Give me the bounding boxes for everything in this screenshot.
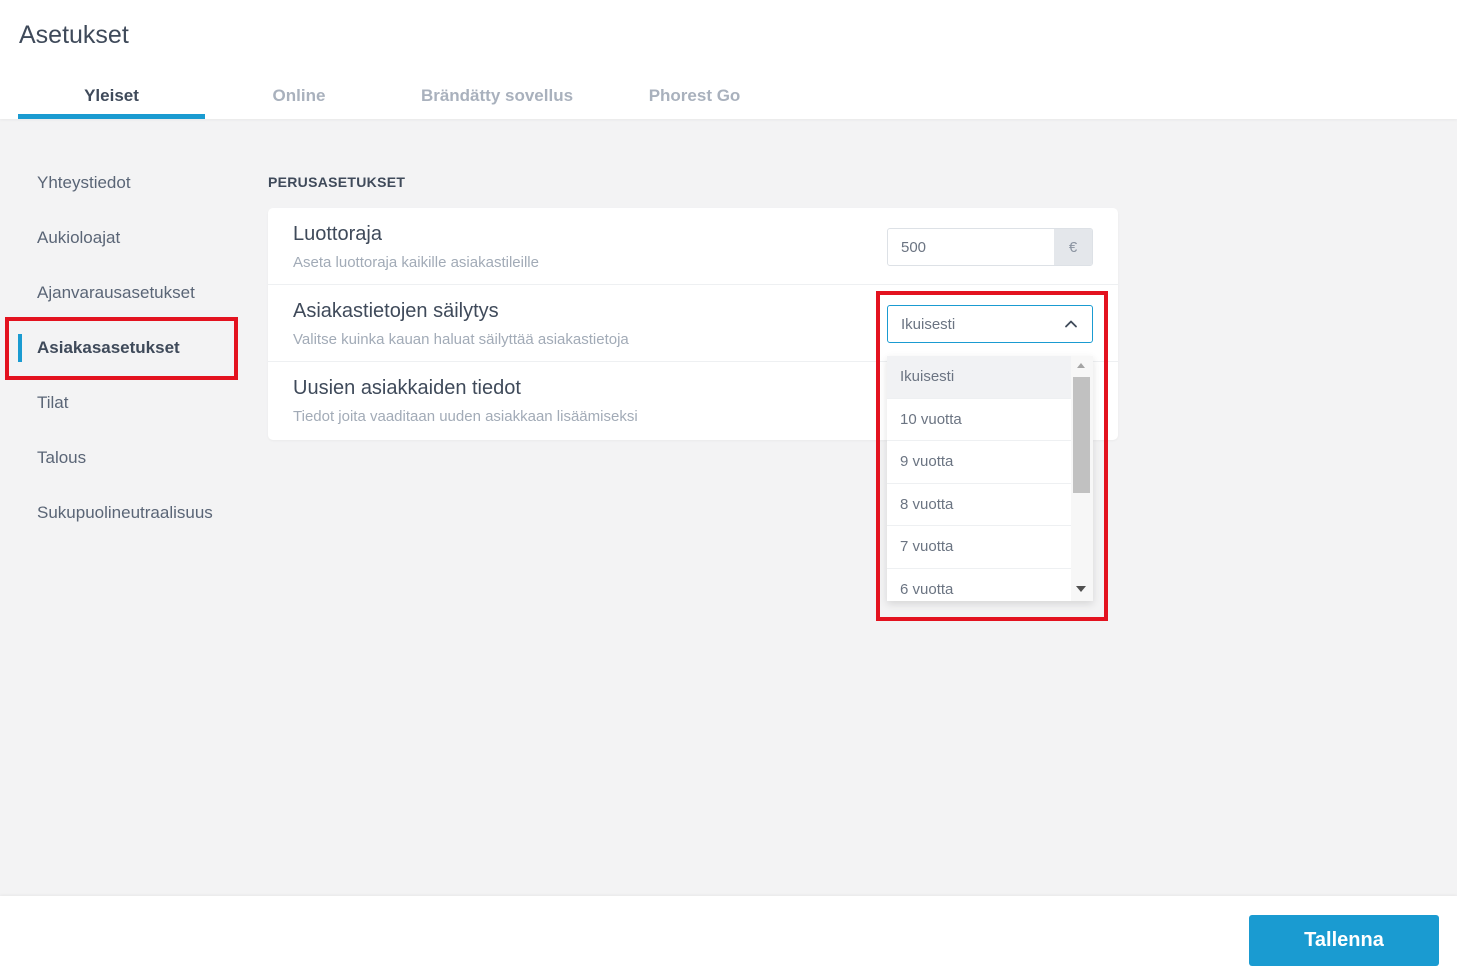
option-10-vuotta[interactable]: 10 vuotta [887,398,1071,441]
setting-title: Asiakastietojen säilytys [293,300,499,322]
sidebar-item-ajanvarausasetukset[interactable]: Ajanvarausasetukset [0,265,260,320]
retention-select-value: Ikuisesti [901,315,956,333]
setting-description: Aseta luottoraja kaikille asiakastileill… [293,254,539,271]
save-button[interactable]: Tallenna [1249,915,1439,966]
dropdown-options: Ikuisesti 10 vuotta 9 vuotta 8 vuotta 7 … [887,356,1071,601]
sidebar-item-aukioloajat[interactable]: Aukioloajat [0,210,260,265]
tab-bar: Yleiset Online Brändätty sovellus Phores… [18,72,788,119]
scroll-up-arrow-icon[interactable] [1077,363,1085,368]
sidebar-item-asiakasasetukset[interactable]: Asiakasasetukset [0,320,260,375]
setting-description: Valitse kuinka kauan haluat säilyttää as… [293,331,629,348]
tab-branded-app[interactable]: Brändätty sovellus [393,72,601,119]
currency-unit: € [1054,229,1092,265]
option-9-vuotta[interactable]: 9 vuotta [887,441,1071,484]
setting-title: Luottoraja [293,223,382,245]
setting-description: Tiedot joita vaaditaan uuden asiakkaan l… [293,408,638,425]
tab-phorest-go[interactable]: Phorest Go [601,72,788,119]
page-title: Asetukset [19,21,129,49]
chevron-up-icon [1065,320,1077,328]
option-8-vuotta[interactable]: 8 vuotta [887,483,1071,526]
sidebar-item-talous[interactable]: Talous [0,430,260,485]
scroll-down-arrow-icon[interactable] [1076,586,1086,592]
dropdown-scrollbar[interactable] [1071,356,1093,601]
option-6-vuotta[interactable]: 6 vuotta [887,568,1071,601]
option-ikuisesti[interactable]: Ikuisesti [887,356,1071,399]
setting-row-credit-limit: Luottoraja Aseta luottoraja kaikille asi… [268,208,1118,285]
sidebar: Yhteystiedot Aukioloajat Ajanvarausasetu… [0,155,260,540]
section-title: PERUSASETUKSET [268,174,406,190]
sidebar-item-tilat[interactable]: Tilat [0,375,260,430]
setting-title: Uusien asiakkaiden tiedot [293,377,521,399]
sidebar-item-yhteystiedot[interactable]: Yhteystiedot [0,155,260,210]
tab-yleiset[interactable]: Yleiset [18,72,205,119]
credit-limit-input[interactable]: 500 € [887,228,1093,266]
page-footer: Tallenna [0,896,1457,975]
sidebar-item-sukupuolineutraalisuus[interactable]: Sukupuolineutraalisuus [0,485,260,540]
credit-limit-value[interactable]: 500 [888,229,1054,265]
retention-dropdown-list: Ikuisesti 10 vuotta 9 vuotta 8 vuotta 7 … [887,356,1093,601]
tab-online[interactable]: Online [205,72,393,119]
scroll-thumb[interactable] [1073,377,1090,493]
retention-select[interactable]: Ikuisesti [887,305,1093,343]
page-header: Asetukset Yleiset Online Brändätty sovel… [0,0,1457,119]
option-7-vuotta[interactable]: 7 vuotta [887,526,1071,569]
